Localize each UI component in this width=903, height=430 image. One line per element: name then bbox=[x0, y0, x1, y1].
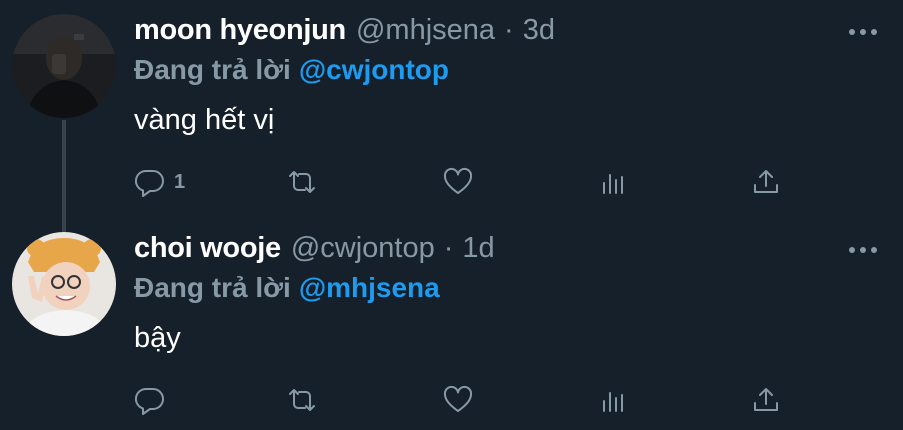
avatar[interactable] bbox=[12, 14, 116, 118]
user-handle[interactable]: @cwjontop bbox=[291, 232, 435, 265]
tweet-text: vàng hết vị bbox=[134, 104, 275, 136]
reply-button[interactable] bbox=[134, 382, 174, 418]
tweet-header: moon hyeonjun @mhjsena · 3d bbox=[134, 14, 555, 54]
speech-bubble-icon bbox=[134, 169, 164, 197]
heart-icon bbox=[443, 386, 473, 412]
bar-chart-icon bbox=[603, 392, 623, 412]
tweet[interactable]: choi wooje @cwjontop · 1d Đang trả lời @m… bbox=[0, 222, 903, 430]
heart-icon bbox=[443, 168, 473, 194]
thread-line bbox=[62, 120, 66, 232]
more-dots-icon[interactable] bbox=[849, 244, 877, 256]
retweet-icon bbox=[289, 171, 315, 193]
reply-button[interactable]: 1 bbox=[134, 164, 185, 200]
peace-sign-avatar-image bbox=[12, 232, 116, 336]
retweet-icon bbox=[289, 389, 315, 411]
like-button[interactable] bbox=[442, 382, 474, 418]
share-icon bbox=[754, 388, 778, 411]
share-button[interactable] bbox=[750, 382, 782, 418]
replying-to: Đang trả lời @mhjsena bbox=[134, 272, 440, 304]
replying-prefix: Đang trả lời bbox=[134, 54, 291, 85]
mention-link[interactable]: @cwjontop bbox=[299, 54, 449, 85]
timestamp[interactable]: 1d bbox=[462, 232, 494, 265]
tweet[interactable]: moon hyeonjun @mhjsena · 3d Đang trả lời… bbox=[0, 0, 903, 232]
more-dots-icon[interactable] bbox=[849, 26, 877, 38]
views-button[interactable] bbox=[598, 382, 630, 418]
tweet-header: choi wooje @cwjontop · 1d bbox=[134, 232, 495, 272]
avatar[interactable] bbox=[12, 232, 116, 336]
tweet-text: bậy bbox=[134, 322, 181, 354]
replying-prefix: Đang trả lời bbox=[134, 272, 291, 303]
replying-to: Đang trả lời @cwjontop bbox=[134, 54, 449, 86]
retweet-button[interactable] bbox=[286, 164, 318, 200]
dark-portrait-avatar-image bbox=[12, 14, 116, 118]
share-icon bbox=[754, 170, 778, 193]
display-name[interactable]: moon hyeonjun bbox=[134, 14, 346, 47]
like-button[interactable] bbox=[442, 164, 474, 200]
separator-dot: · bbox=[443, 232, 454, 264]
mention-link[interactable]: @mhjsena bbox=[299, 272, 440, 303]
separator-dot: · bbox=[504, 14, 514, 46]
bar-chart-icon bbox=[603, 174, 623, 194]
tweet-actions: 1 bbox=[134, 164, 794, 200]
reply-count: 1 bbox=[174, 170, 186, 193]
speech-bubble-icon bbox=[134, 387, 164, 415]
tweet-actions bbox=[134, 382, 794, 418]
share-button[interactable] bbox=[750, 164, 782, 200]
user-handle[interactable]: @mhjsena bbox=[356, 14, 495, 47]
display-name[interactable]: choi wooje bbox=[134, 232, 281, 265]
timestamp[interactable]: 3d bbox=[523, 14, 555, 47]
views-button[interactable] bbox=[598, 164, 630, 200]
retweet-button[interactable] bbox=[286, 382, 318, 418]
